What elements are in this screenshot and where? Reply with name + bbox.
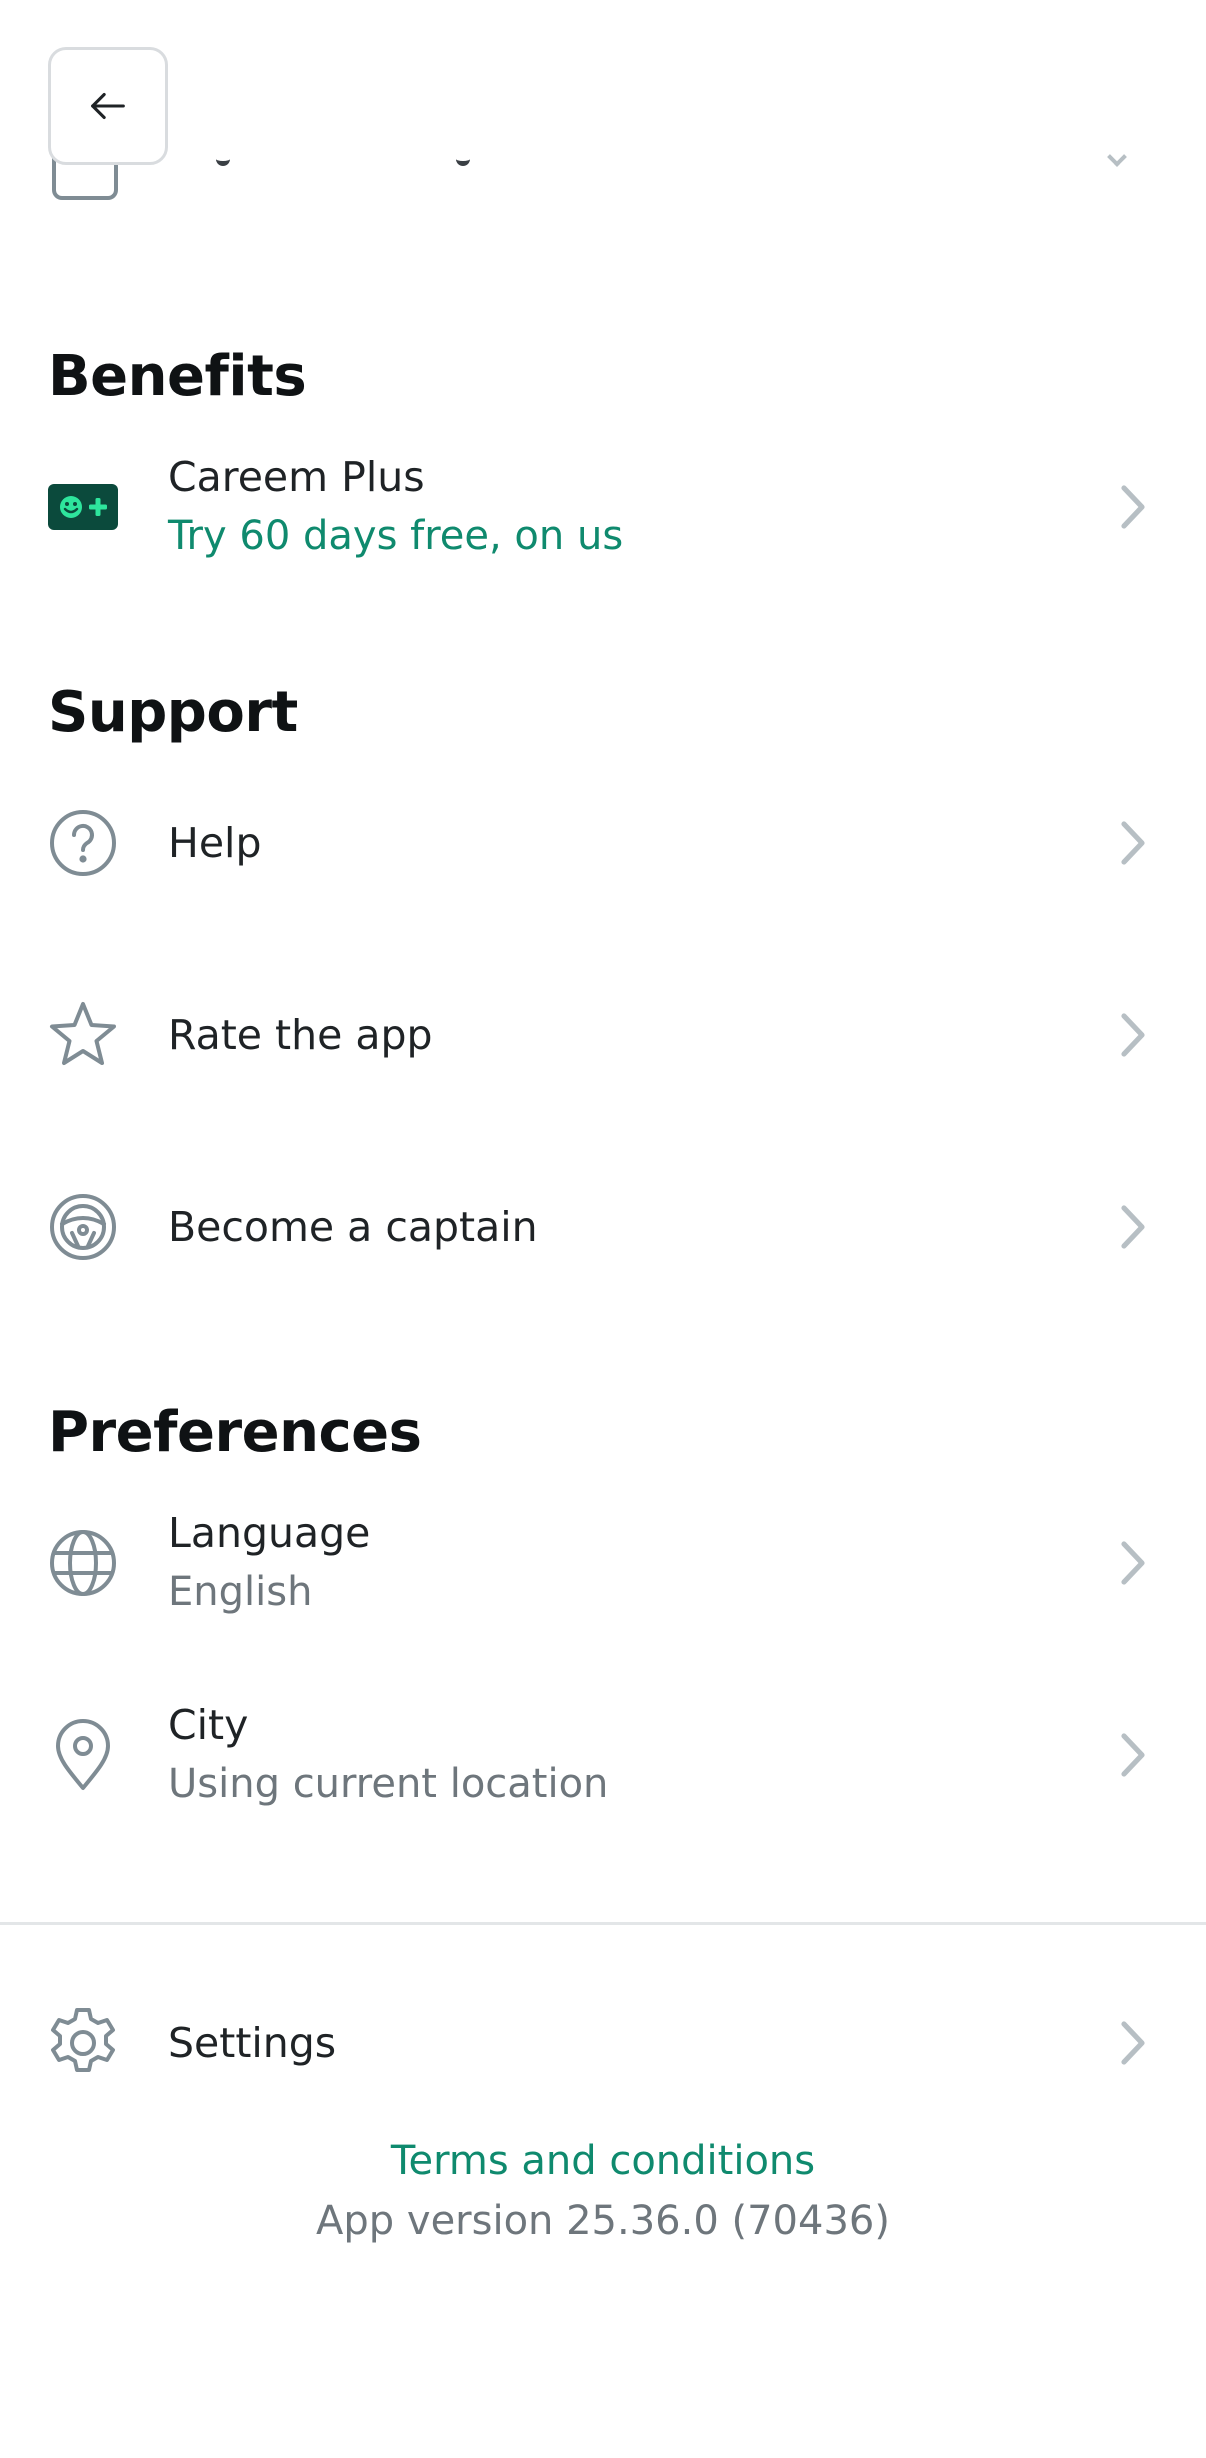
section-title-benefits: Benefits: [48, 344, 307, 409]
section-title-preferences: Preferences: [48, 1400, 422, 1465]
chevron-right-icon: [1121, 1013, 1145, 1057]
location-pin-icon: [56, 1719, 110, 1790]
terms-link[interactable]: Terms and conditions: [0, 2138, 1206, 2184]
section-title-support: Support: [48, 680, 298, 745]
arrow-left-icon: [91, 92, 125, 120]
app-version: App version 25.36.0 (70436): [316, 2198, 890, 2244]
chevron-right-icon: [1121, 1733, 1145, 1777]
chevron-right-icon: [1121, 1205, 1145, 1249]
careem-plus-badge-icon: [48, 484, 118, 530]
chevron-right-icon: [1121, 821, 1145, 865]
menu-item-city[interactable]: City Using current location: [0, 1680, 1206, 1830]
menu-item-label: Language: [168, 1509, 371, 1557]
back-button[interactable]: [48, 47, 168, 165]
section-divider: [0, 1922, 1206, 1925]
chevron-right-icon: [1121, 2021, 1145, 2065]
chevron-right-icon: [1107, 150, 1127, 167]
menu-item-label: Become a captain: [168, 1203, 538, 1251]
steering-wheel-icon: [50, 1194, 116, 1260]
menu-item-subtitle: Try 60 days free, on us: [168, 513, 624, 559]
chevron-right-icon: [1121, 1541, 1145, 1585]
menu-item-label: Careem Plus: [168, 453, 425, 501]
menu-item-language[interactable]: Language English: [0, 1488, 1206, 1638]
star-icon: [50, 1002, 116, 1065]
globe-icon: [50, 1530, 116, 1596]
menu-item-subtitle: English: [168, 1569, 313, 1615]
menu-item-become-captain[interactable]: Become a captain: [0, 1152, 1206, 1302]
menu-item-rate-app[interactable]: Rate the app: [0, 960, 1206, 1110]
question-circle-icon: [50, 810, 116, 876]
menu-item-label: Settings: [168, 2019, 337, 2067]
menu-item-settings[interactable]: Settings: [0, 1968, 1206, 2118]
menu-item-help[interactable]: Help: [0, 768, 1206, 918]
menu-item-label: City: [168, 1701, 249, 1749]
menu-item-label: Help: [168, 819, 262, 867]
partial-row-label: [216, 156, 576, 170]
partial-menu-row[interactable]: [48, 150, 1158, 200]
menu-item-label: Rate the app: [168, 1011, 433, 1059]
menu-item-subtitle: Using current location: [168, 1761, 609, 1807]
menu-item-careem-plus[interactable]: Careem Plus Try 60 days free, on us: [0, 432, 1206, 582]
account-menu-page: Benefits Careem Plus Try 60 days free, o…: [0, 0, 1206, 2458]
chevron-right-icon: [1121, 485, 1145, 529]
gear-icon: [51, 2008, 115, 2072]
